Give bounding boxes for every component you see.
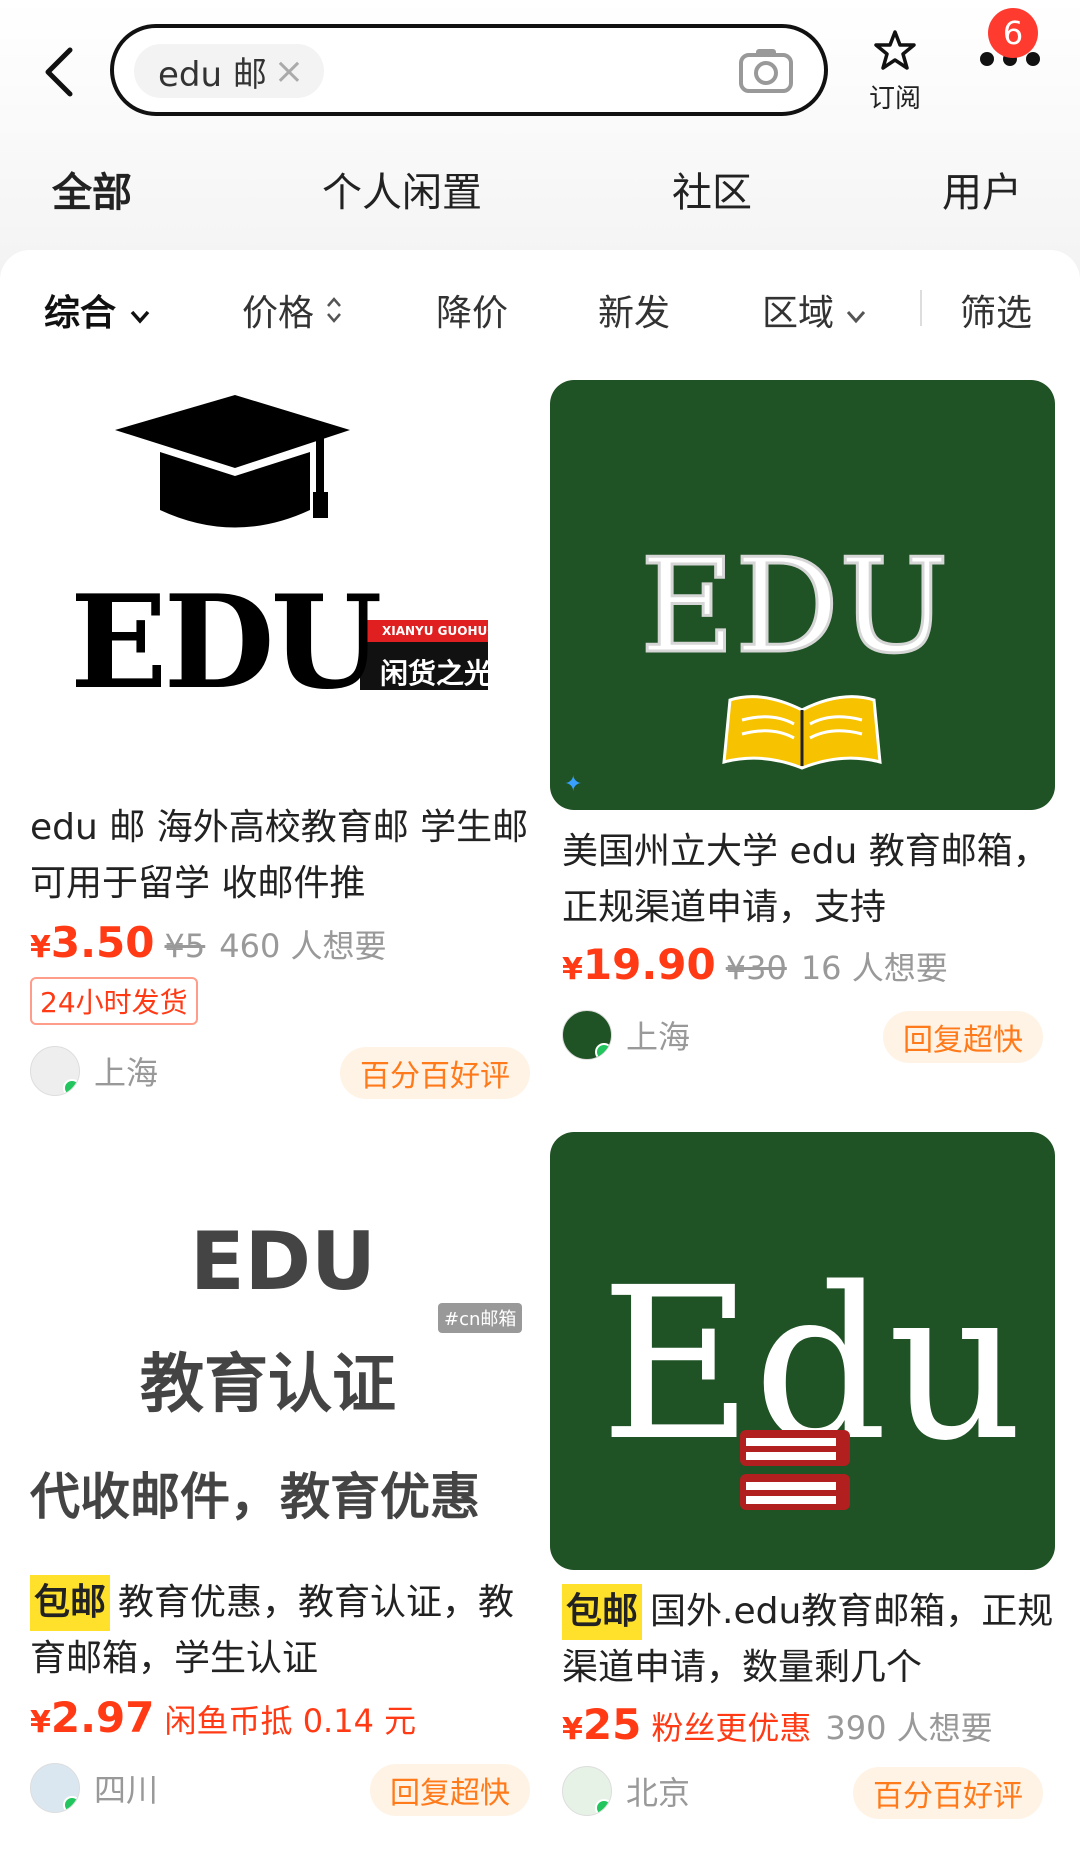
image-watermark: 闲货之光 [380,657,493,690]
filter-price[interactable]: 价格 [242,284,343,336]
subscribe-label: 订阅 [868,84,921,114]
filter-region[interactable]: 区域 [762,284,867,336]
filter-comprehensive[interactable]: 综合 [44,284,151,336]
sort-icon [327,297,342,323]
product-card[interactable]: EDU XIANYU GUOHUO 闲货之光 edu 邮 海外高校教育邮 学生邮… [30,380,530,1101]
online-dot [63,1796,79,1812]
seller-avatar[interactable] [30,1763,80,1813]
filter-label: 价格 [242,293,315,334]
image-tag: #cn邮箱 [438,1303,523,1333]
filter-label: 综合 [44,293,117,334]
want-count: 16 人想要 [800,949,948,987]
filter-divider [920,290,922,326]
product-card[interactable]: Edu 包邮 国外.edu教育邮箱，正规渠道申请，数量剩几个 ¥25 粉丝更优惠 39… [550,1132,1055,1821]
product-image[interactable]: EDU XIANYU GUOHUO 闲货之光 [30,380,530,800]
filter-label: 区域 [762,293,835,334]
seller-rating-tag: 百分百好评 [340,1047,530,1099]
filter-new[interactable]: 新发 [598,284,670,336]
online-dot [595,1799,611,1815]
chevron-down-icon [130,310,149,324]
back-button[interactable] [40,44,80,100]
online-dot [63,1079,79,1095]
filter-price-drop[interactable]: 降价 [436,284,508,336]
camera-icon[interactable] [738,46,794,94]
product-title: 包邮 教育优惠，教育认证，教育邮箱，学生认证 [30,1575,530,1687]
clear-icon[interactable]: × [274,51,304,92]
tab-users[interactable]: 用户 [942,160,1022,218]
price-row: ¥2.97 闲鱼币抵 0.14 元 [30,1693,530,1742]
free-shipping-tag: 包邮 [562,1584,643,1640]
seller-avatar[interactable] [562,1766,612,1816]
category-tabs: 全部 个人闲置 社区 用户 [0,160,1080,220]
price: ¥25 [562,1700,642,1749]
free-shipping-tag: 包邮 [30,1575,111,1631]
image-line-3: 代收邮件，教育优惠 [30,1468,480,1526]
want-count: 390 人想要 [825,1709,993,1747]
price: ¥3.50 [30,918,155,967]
seller-location: 上海 [94,1054,159,1092]
notification-badge: 6 [988,8,1038,58]
online-dot [595,1043,611,1059]
filter-screen[interactable]: 筛选 [960,284,1032,336]
tab-all[interactable]: 全部 [46,160,138,218]
seller-location: 北京 [626,1774,691,1812]
seller-rating-tag: 百分百好评 [853,1767,1043,1819]
price-row: ¥19.90 ¥30 16 人想要 [550,940,1055,989]
seller-row[interactable]: 北京 百分百好评 [550,1761,1055,1821]
search-keyword-chip[interactable]: edu 邮 × [134,44,324,98]
open-book-icon [722,695,882,770]
subscribe-star-icon [874,30,916,70]
subscribe-button[interactable]: 订阅 [860,28,930,115]
product-image-text: EDU [70,568,382,718]
product-image[interactable]: Edu [550,1132,1055,1570]
chevron-down-icon [847,311,866,324]
price: ¥19.90 [562,940,716,989]
image-line-1: EDU [190,1215,377,1308]
product-title: edu 邮 海外高校教育邮 学生邮 可用于留学 收邮件推 [30,807,529,904]
original-price: ¥30 [725,949,787,987]
original-price: ¥5 [164,927,206,965]
image-watermark-en: XIANYU GUOHUO [382,624,498,638]
chevron-left-icon [45,47,73,97]
product-title: 包邮 国外.edu教育邮箱，正规渠道申请，数量剩几个 [550,1584,1055,1696]
fan-discount: 粉丝更优惠 [651,1709,812,1747]
seller-row[interactable]: 上海 百分百好评 [30,1041,530,1101]
filter-bar: 综合 价格 降价 新发 区域 筛选 [0,284,1080,344]
shipping-tag: 24小时发货 [30,977,198,1025]
product-image[interactable]: EDU #cn邮箱 教育认证 代收邮件，教育优惠 [30,1195,530,1575]
want-count: 460 人想要 [219,927,387,965]
seller-avatar[interactable] [562,1010,612,1060]
price: ¥2.97 [30,1693,155,1742]
books-icon [740,1430,850,1510]
product-card[interactable]: EDU #cn邮箱 教育认证 代收邮件，教育优惠 包邮 教育优惠，教育认证，教育邮… [30,1195,530,1818]
product-image-text: EDU [639,529,951,684]
coin-discount: 闲鱼币抵 0.14 元 [164,1702,417,1740]
more-dot-icon [980,52,994,66]
seller-rating-tag: 回复超快 [370,1764,530,1816]
seller-row[interactable]: 四川 回复超快 [30,1758,530,1818]
product-title: 美国州立大学 edu 教育邮箱，正规渠道申请，支持 [562,831,1049,928]
product-image[interactable]: EDU ✦ [550,380,1055,810]
search-keyword-text: edu 邮 [158,54,267,95]
sparkle-icon: ✦ [564,772,583,797]
seller-row[interactable]: 上海 回复超快 [550,1005,1055,1065]
price-row: ¥3.50 ¥5 460 人想要 [30,918,530,967]
image-line-2: 教育认证 [140,1348,396,1422]
product-card[interactable]: EDU ✦ 美国州立大学 edu 教育邮箱，正规渠道申请，支持 ¥19.90 ¥3… [550,380,1055,1065]
tab-personal-idle[interactable]: 个人闲置 [322,160,482,218]
tab-community[interactable]: 社区 [672,160,752,218]
more-dot-icon [1026,52,1040,66]
seller-location: 上海 [626,1018,691,1056]
seller-rating-tag: 回复超快 [883,1011,1043,1063]
seller-location: 四川 [94,1771,159,1809]
price-row: ¥25 粉丝更优惠 390 人想要 [550,1700,1055,1749]
search-box[interactable]: edu 邮 × [110,24,828,116]
seller-avatar[interactable] [30,1046,80,1096]
